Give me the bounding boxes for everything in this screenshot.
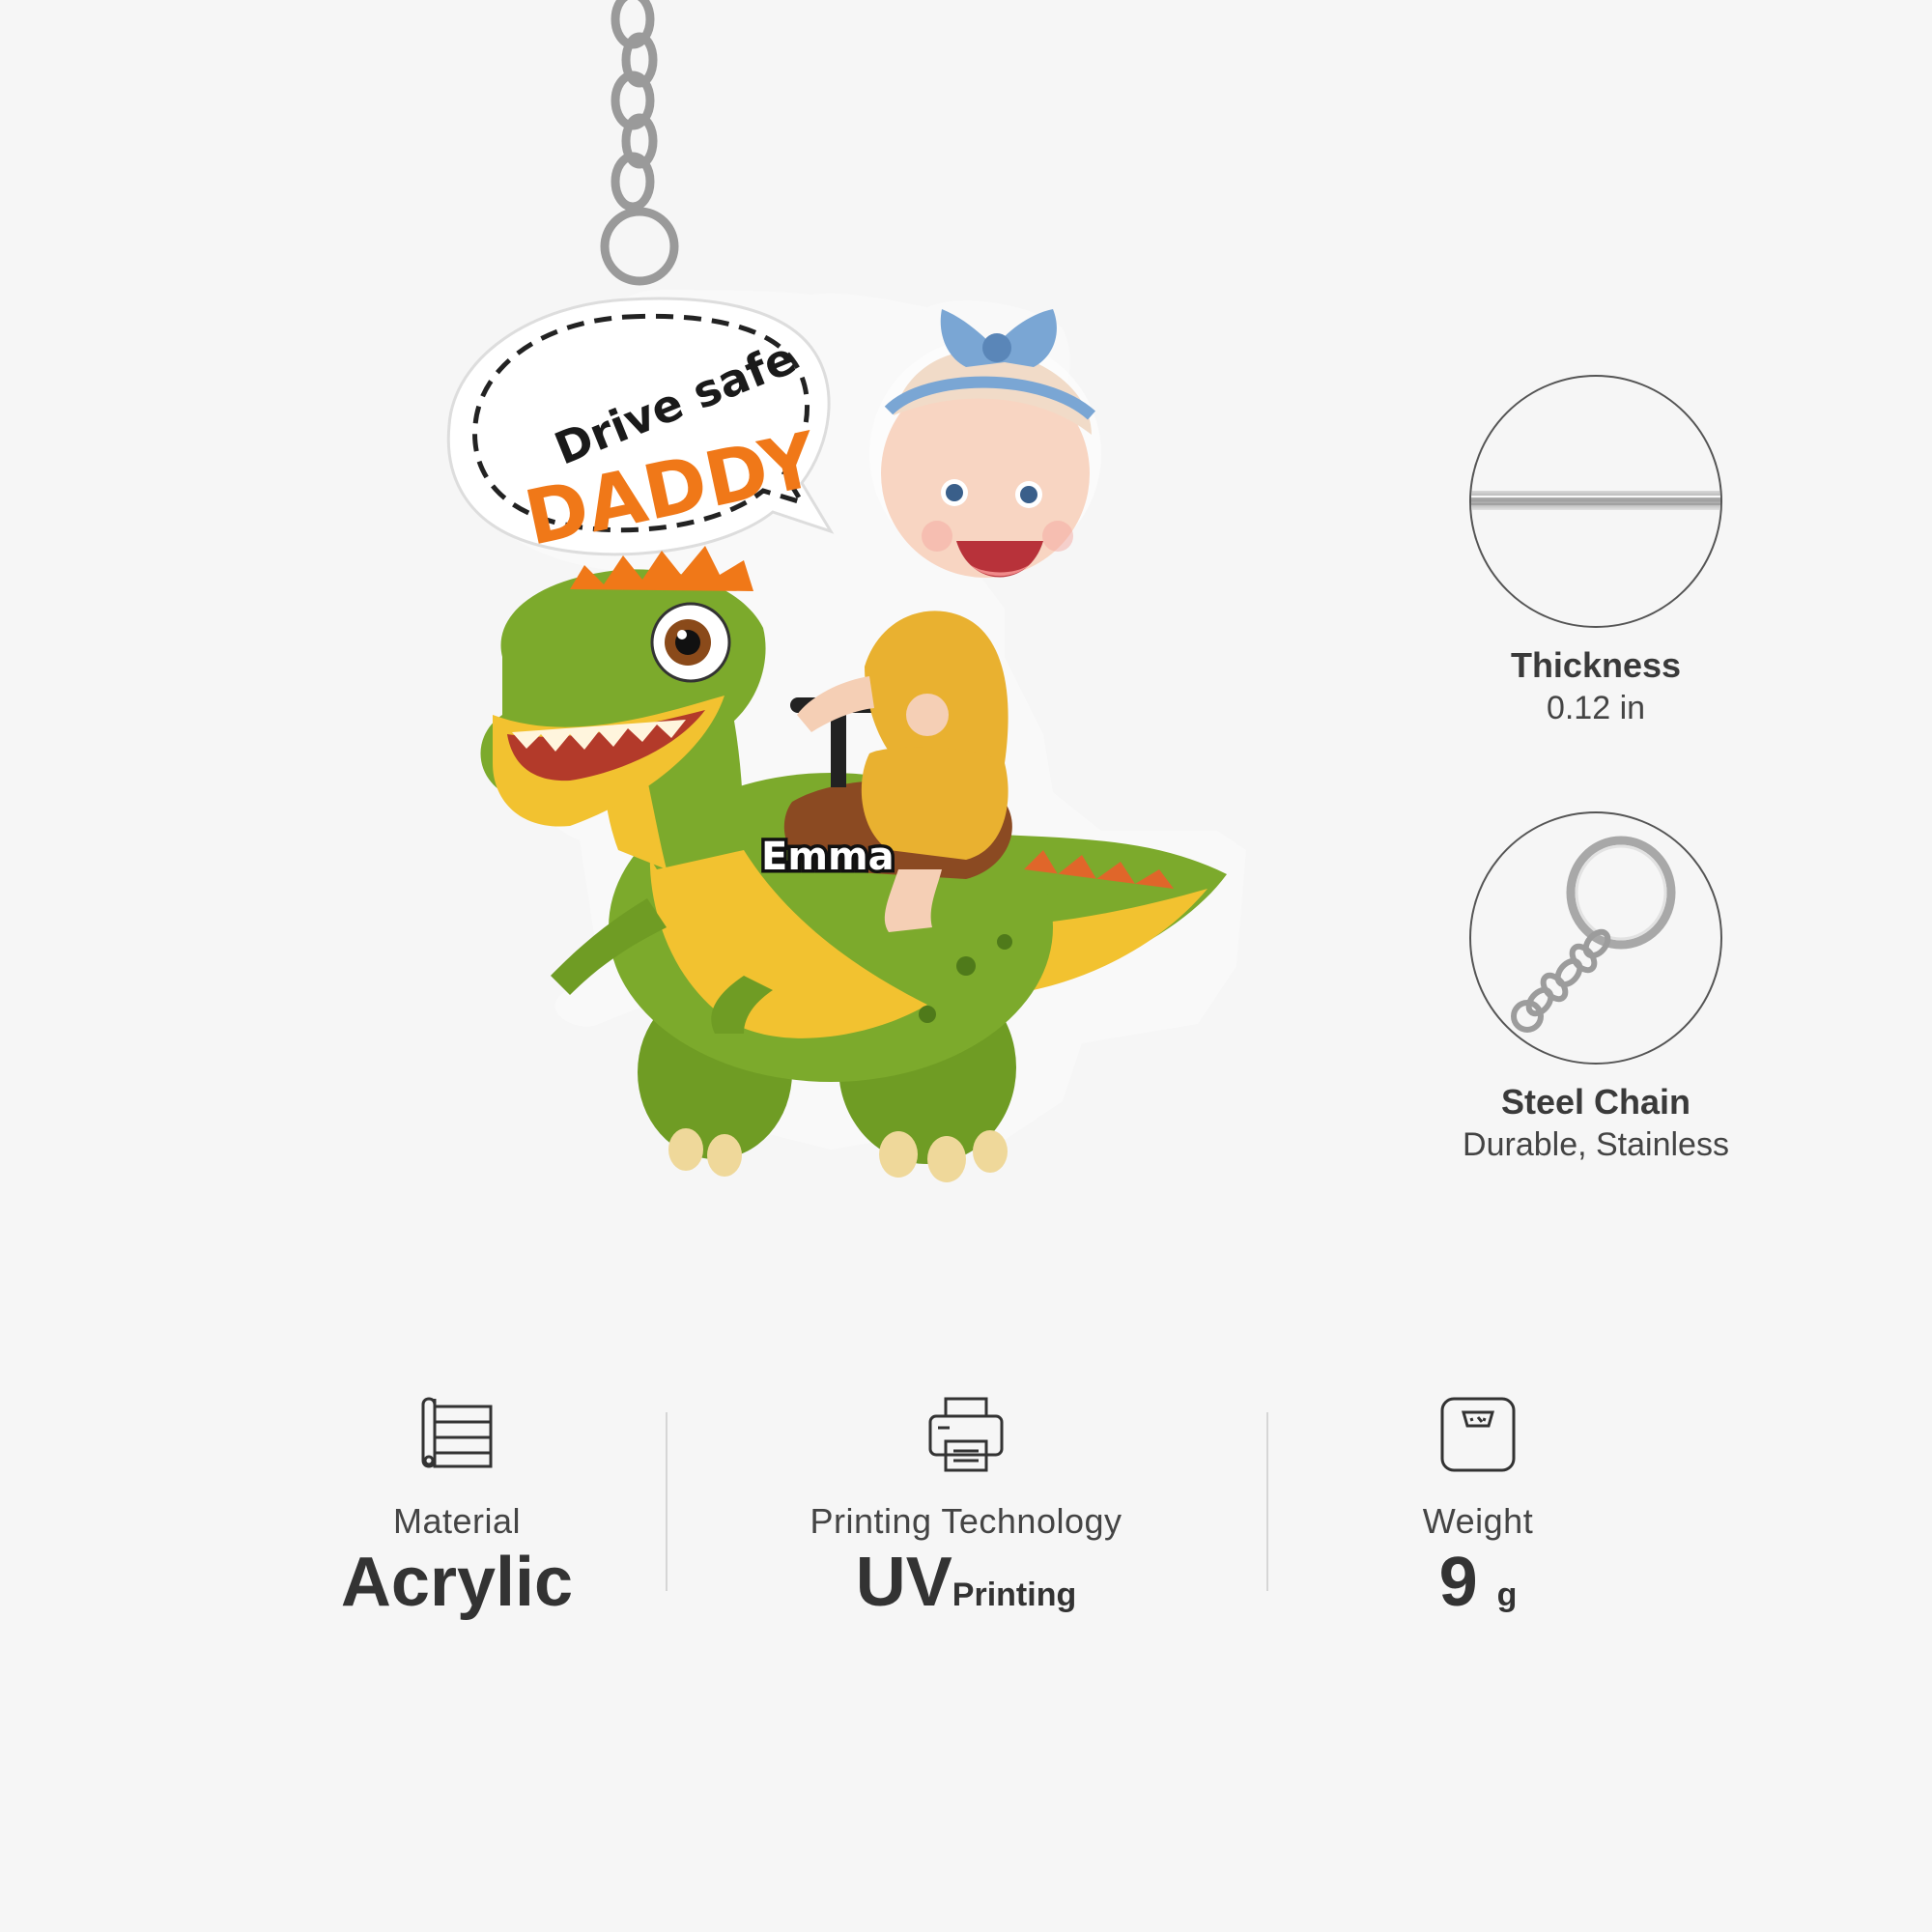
- product-keychain-image: Drive safe DADDY Emma: [446, 0, 1246, 1182]
- material-label: Material: [392, 1501, 522, 1541]
- weight-value: 9 g: [1256, 1548, 1700, 1617]
- divider-1: [666, 1412, 668, 1591]
- printer-icon: [928, 1397, 1004, 1472]
- feature-printing: Printing Technology UVPrinting: [744, 1391, 1188, 1617]
- material-sheet-icon: [421, 1397, 493, 1468]
- weight-value-number: 9: [1438, 1544, 1478, 1621]
- chain-icon: [600, 0, 679, 286]
- material-value: Acrylic: [340, 1544, 574, 1621]
- printing-value: UVPrinting: [744, 1548, 1188, 1617]
- printing-label: Printing Technology: [810, 1501, 1122, 1541]
- thickness-circle: [1469, 375, 1722, 628]
- chain-title: Steel Chain: [1500, 1082, 1691, 1122]
- thickness-value: 0.12 in: [1546, 690, 1646, 726]
- printing-value-suffix: Printing: [952, 1577, 1077, 1613]
- chain-value: Durable, Stainless: [1463, 1126, 1729, 1163]
- weight-label: Weight: [1422, 1501, 1534, 1541]
- thickness-title: Thickness: [1510, 645, 1682, 685]
- weight-unit: g: [1496, 1577, 1518, 1613]
- keyring-icon: [1511, 836, 1676, 1033]
- acrylic-edge-icon: [1471, 491, 1720, 510]
- name-tag: Emma: [761, 835, 895, 879]
- feature-weight: Weight 9 g: [1256, 1391, 1700, 1617]
- chain-circle: [1469, 811, 1722, 1065]
- printing-value-main: UV: [855, 1544, 952, 1621]
- scale-icon: [1440, 1397, 1516, 1472]
- feature-material: Material Acrylic: [235, 1391, 679, 1617]
